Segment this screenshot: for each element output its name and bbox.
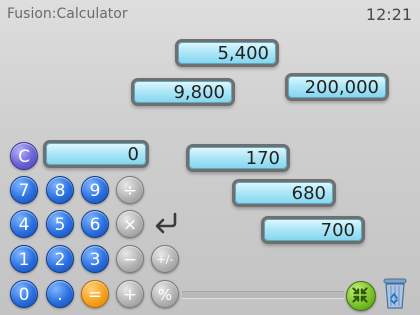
subtract-button[interactable]: − [116, 245, 144, 273]
percent-button[interactable]: % [151, 280, 179, 308]
equals-button[interactable]: = [81, 280, 109, 308]
number-chip[interactable]: 5,400 [178, 42, 276, 64]
number-chip[interactable]: 9,800 [134, 81, 232, 103]
calculator-display[interactable]: 0 [46, 143, 146, 165]
divide-button[interactable]: ÷ [116, 176, 144, 204]
clear-button[interactable]: C [10, 142, 38, 170]
digit-1-button[interactable]: 1 [10, 245, 38, 273]
add-button[interactable]: + [116, 280, 144, 308]
clock: 12:21 [365, 5, 412, 24]
drop-tray [182, 291, 344, 299]
app-title: Fusion:Calculator [7, 6, 128, 22]
digit-3-button[interactable]: 3 [81, 245, 109, 273]
digit-2-button[interactable]: 2 [46, 245, 74, 273]
collapse-arrows-icon[interactable] [346, 281, 376, 311]
undo-arrow-icon[interactable] [151, 209, 181, 235]
status-bar: Fusion:Calculator 12:21 [0, 0, 420, 32]
digit-6-button[interactable]: 6 [81, 210, 109, 238]
digit-7-button[interactable]: 7 [10, 176, 38, 204]
digit-9-button[interactable]: 9 [81, 176, 109, 204]
decimal-button[interactable]: . [46, 280, 74, 308]
digit-8-button[interactable]: 8 [46, 176, 74, 204]
recycle-bin-icon[interactable] [381, 276, 409, 310]
multiply-button[interactable]: × [116, 210, 144, 238]
digit-5-button[interactable]: 5 [46, 210, 74, 238]
number-chip[interactable]: 700 [264, 219, 362, 241]
digit-4-button[interactable]: 4 [10, 210, 38, 238]
number-chip[interactable]: 680 [235, 182, 333, 204]
plus-minus-button[interactable]: +/- [151, 245, 179, 273]
number-chip[interactable]: 200,000 [288, 76, 386, 98]
number-chip[interactable]: 170 [189, 147, 287, 169]
digit-0-button[interactable]: 0 [10, 280, 38, 308]
